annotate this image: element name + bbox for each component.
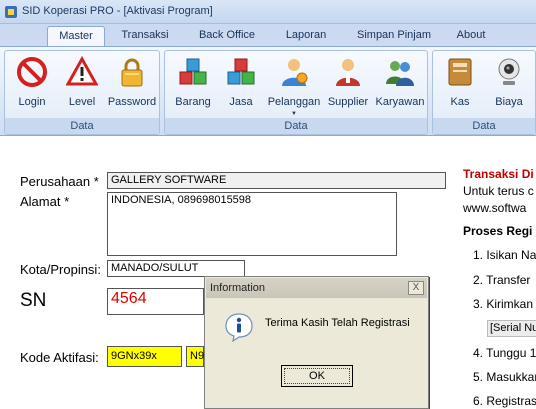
serial-number-box: [Serial Nu <box>487 320 536 337</box>
dialog-title: Information <box>210 282 266 294</box>
information-dialog: Information X Terima Kasih Telah Registr… <box>204 276 429 409</box>
step-item: 2. Transfer <box>473 273 531 287</box>
password-label: Password <box>107 96 157 108</box>
ribbon-group-finance: Kas Biaya Data <box>432 50 536 135</box>
karyawan-label: Karyawan <box>375 96 425 108</box>
ribbon-group-master-data: Barang Jasa Pelanggan ▼ Supplier Karyawa… <box>164 50 428 135</box>
proses-registrasi-heading: Proses Regi <box>463 224 533 238</box>
cubes-icon <box>179 58 207 85</box>
pelanggan-label: Pelanggan <box>267 96 321 108</box>
group-caption-data: Data <box>5 118 159 134</box>
kas-button[interactable]: Kas <box>437 54 483 114</box>
dialog-message: Terima Kasih Telah Registrasi <box>265 317 410 329</box>
kode-aktifasi-input-2[interactable]: N9 <box>186 346 204 367</box>
info-line-2: www.softwa <box>463 201 527 215</box>
close-button[interactable]: X <box>408 281 424 295</box>
tab-laporan[interactable]: Laporan <box>278 26 334 46</box>
kota-label: Kota/Propinsi: <box>20 262 101 277</box>
barang-button[interactable]: Barang <box>169 54 217 114</box>
tab-master[interactable]: Master <box>47 26 105 47</box>
dialog-title-bar: Information X <box>206 278 427 298</box>
biaya-label: Biaya <box>495 96 523 108</box>
level-button[interactable]: Level <box>59 54 105 114</box>
app-window: SID Koperasi PRO - [Aktivasi Program] Ma… <box>0 0 536 409</box>
tab-transaksi[interactable]: Transaksi <box>116 26 174 46</box>
step-item: 5. Masukkar <box>473 370 536 384</box>
step-item: 4. Tunggu 1 <box>473 346 536 360</box>
group-caption-data: Data <box>433 118 535 134</box>
biaya-button[interactable]: Biaya <box>485 54 533 114</box>
group-caption-data: Data <box>165 118 427 134</box>
alamat-textarea[interactable]: INDONESIA, 089698015598 <box>107 192 397 256</box>
alamat-label: Alamat * <box>20 194 70 209</box>
warning-icon <box>66 56 98 86</box>
sn-label: SN <box>20 290 47 311</box>
info-title: Transaksi Di <box>463 167 534 181</box>
ribbon-group-users: Login Level Password Data <box>4 50 160 135</box>
step-item: 6. Registras <box>473 394 536 408</box>
jasa-label: Jasa <box>229 96 253 108</box>
ribbon-tab-strip: Master Transaksi Back Office Laporan Sim… <box>0 24 536 47</box>
step-item: 1. Isikan Na <box>473 248 536 262</box>
ok-button[interactable]: OK <box>281 365 353 387</box>
login-button[interactable]: Login <box>9 54 55 114</box>
barang-label: Barang <box>175 96 211 108</box>
ribbon: Login Level Password Data Barang Jasa Pe… <box>0 46 536 136</box>
karyawan-button[interactable]: Karyawan <box>373 54 427 114</box>
perusahaan-input[interactable]: GALLERY SOFTWARE <box>107 172 446 189</box>
tab-about[interactable]: About <box>448 26 494 46</box>
pelanggan-button[interactable]: Pelanggan ▼ <box>265 54 323 117</box>
supplier-label: Supplier <box>327 96 369 108</box>
login-label: Login <box>18 96 46 108</box>
supplier-person-icon <box>336 59 360 86</box>
jasa-button[interactable]: Jasa <box>219 54 263 114</box>
padlock-icon <box>121 58 143 87</box>
step-item: 3. Kirimkan s <box>473 297 536 311</box>
supplier-button[interactable]: Supplier <box>325 54 371 114</box>
employees-icon <box>386 61 414 86</box>
webcam-icon <box>498 58 520 85</box>
cubes-icon <box>227 58 255 85</box>
tab-back-office[interactable]: Back Office <box>190 26 264 46</box>
ledger-book-icon <box>448 58 472 86</box>
kas-label: Kas <box>450 96 470 108</box>
info-line-1: Untuk terus c <box>463 184 534 198</box>
sn-field[interactable]: 4564 <box>107 288 204 315</box>
perusahaan-label: Perusahaan * <box>20 174 99 189</box>
window-title: SID Koperasi PRO - [Aktivasi Program] <box>22 5 213 17</box>
chevron-down-icon: ▼ <box>291 111 297 117</box>
info-icon <box>225 313 253 342</box>
title-bar: SID Koperasi PRO - [Aktivasi Program] <box>0 0 536 24</box>
kota-input[interactable]: MANADO/SULUT <box>107 260 245 277</box>
password-button[interactable]: Password <box>107 54 157 114</box>
app-icon <box>5 6 17 18</box>
kode-aktifasi-input-1[interactable]: 9GNx39x <box>107 346 182 367</box>
kode-aktifasi-label: Kode Aktifasi: <box>20 350 99 365</box>
customer-icon <box>282 59 308 86</box>
login-icon <box>17 57 47 87</box>
level-label: Level <box>68 96 96 108</box>
tab-simpan-pinjam[interactable]: Simpan Pinjam <box>348 26 440 46</box>
